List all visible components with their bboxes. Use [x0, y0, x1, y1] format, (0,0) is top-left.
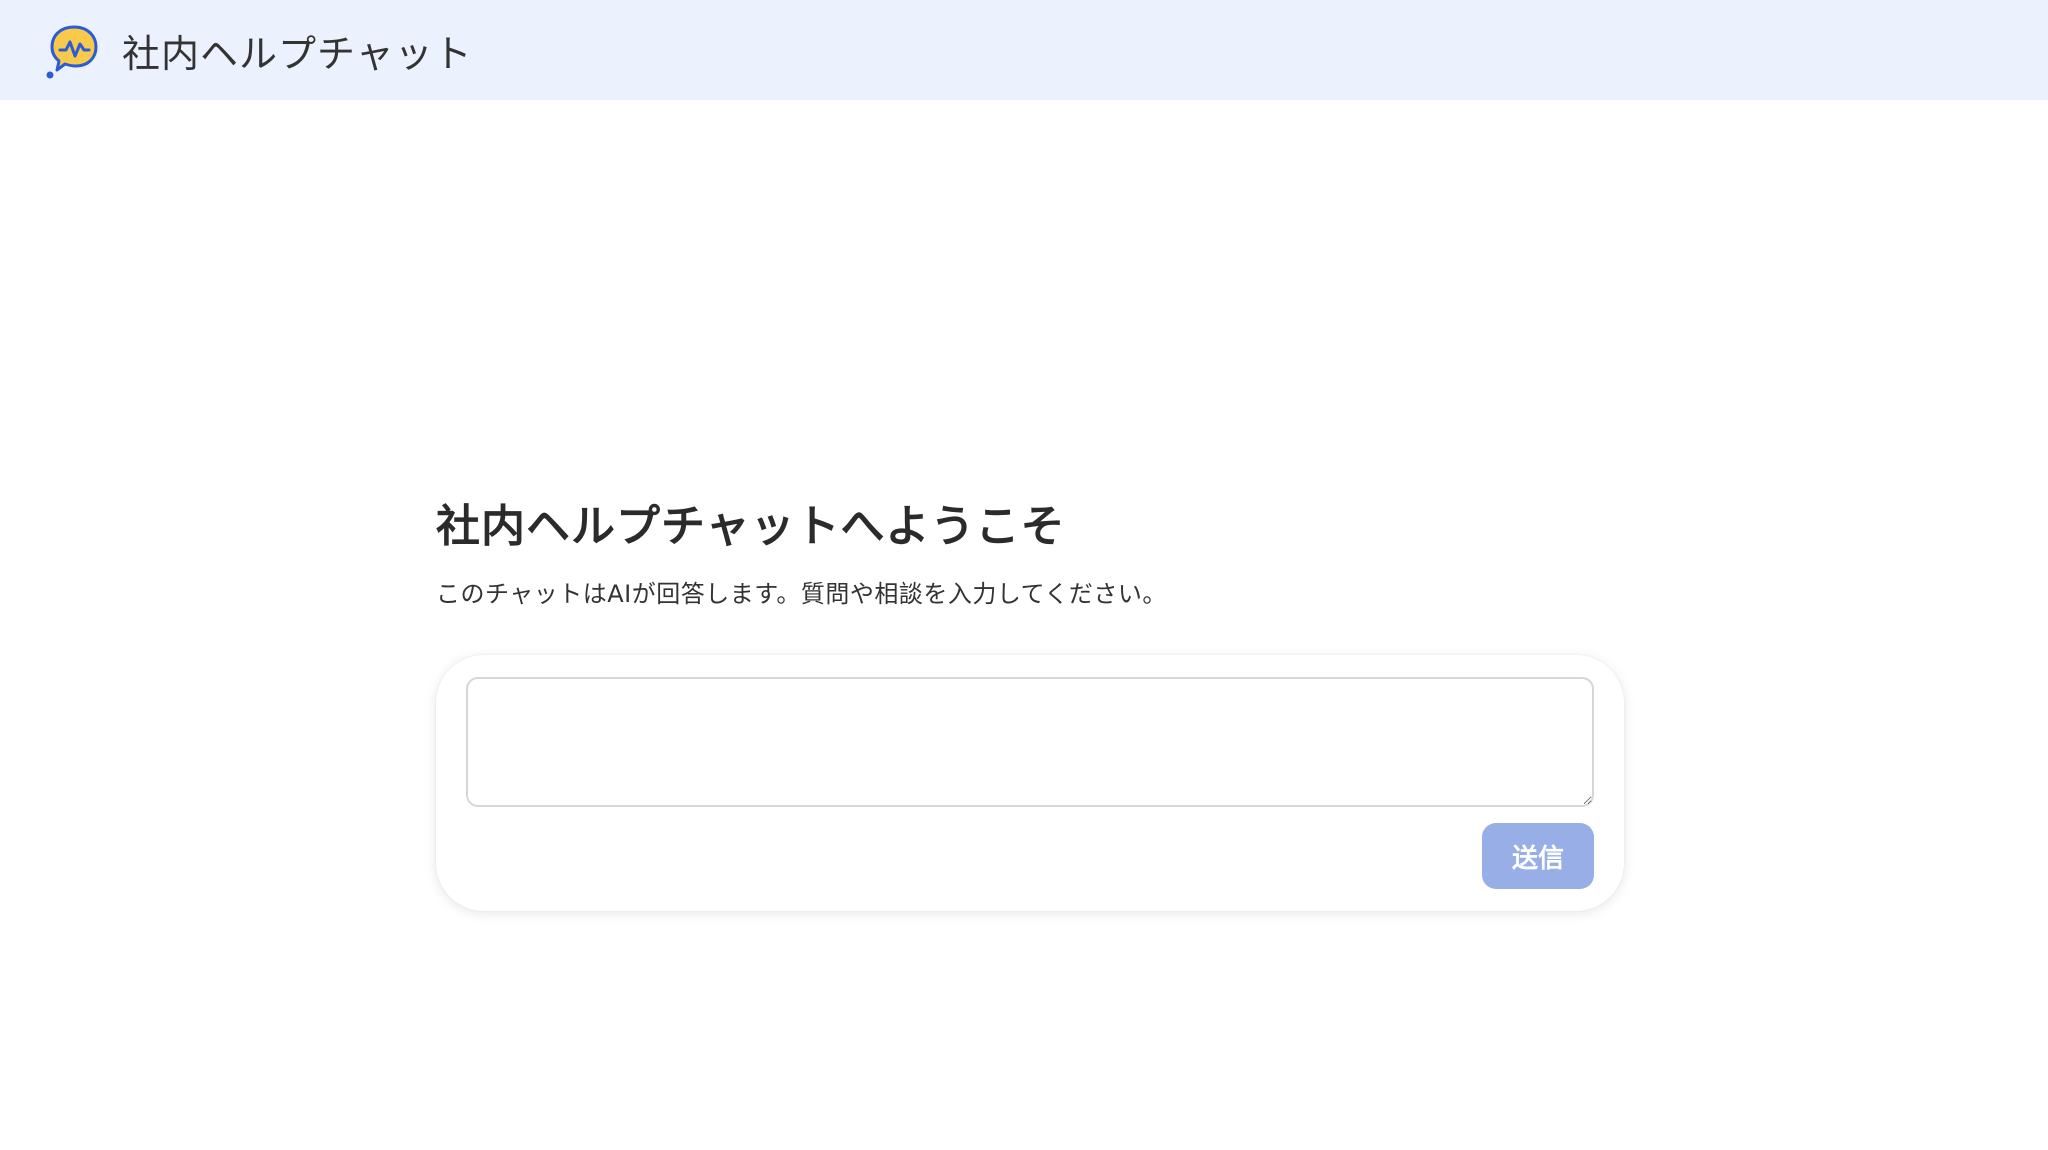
- welcome-description: このチャットはAIが回答します。質問や相談を入力してください。: [436, 580, 1167, 608]
- app-header: 社内ヘルプチャット: [0, 0, 2048, 100]
- welcome-section: 社内ヘルプチャットへようこそ このチャットはAIが回答します。質問や相談を入力し…: [436, 490, 1624, 911]
- app-title: 社内ヘルプチャット: [122, 31, 473, 76]
- chat-bubble-pulse-icon: [46, 25, 98, 79]
- chat-input-card: 送信: [436, 655, 1624, 911]
- app-logo: [44, 20, 104, 80]
- welcome-title: 社内ヘルプチャットへようこそ: [436, 501, 1066, 552]
- send-button[interactable]: 送信: [1482, 823, 1594, 889]
- chat-message-input[interactable]: [466, 677, 1594, 807]
